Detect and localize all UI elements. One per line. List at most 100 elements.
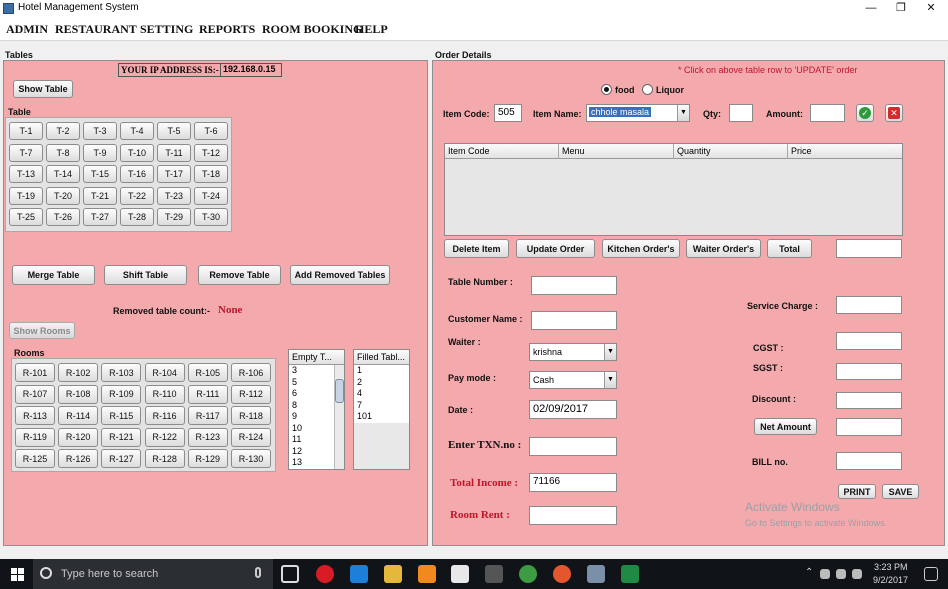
room-button[interactable]: R-119 (15, 427, 55, 447)
opera-icon[interactable] (316, 565, 334, 583)
discount-input[interactable] (836, 392, 902, 409)
room-button[interactable]: R-111 (187, 384, 228, 404)
show-table-button[interactable]: Show Table (13, 80, 73, 98)
show-rooms-button[interactable]: Show Rooms (9, 322, 75, 339)
table-button[interactable]: T-1 (9, 122, 43, 140)
tray-chevron-icon[interactable]: ⌃ (805, 567, 813, 578)
txn-input[interactable] (529, 437, 617, 456)
taskbar-search-box[interactable]: Type here to search (33, 559, 273, 589)
vlc-icon[interactable] (418, 565, 436, 583)
room-button[interactable]: R-110 (144, 384, 185, 404)
col-item-code[interactable]: Item Code (445, 144, 559, 159)
chevron-down-icon[interactable]: ▼ (604, 344, 616, 360)
firefox-icon[interactable] (553, 565, 571, 583)
table-button[interactable]: T-3 (83, 122, 117, 140)
list-item[interactable]: 101 (354, 411, 409, 423)
update-order-button[interactable]: Update Order (516, 239, 595, 258)
edge-icon[interactable] (350, 565, 368, 583)
customer-name-input[interactable] (531, 311, 617, 330)
close-icon[interactable]: ✕ (916, 0, 946, 17)
merge-table-button[interactable]: Merge Table (12, 265, 95, 285)
table-button[interactable]: T-26 (46, 208, 80, 226)
add-removed-tables-button[interactable]: Add Removed Tables (290, 265, 390, 285)
excel-icon[interactable] (621, 565, 639, 583)
table-button[interactable]: T-15 (83, 165, 117, 183)
net-amount-button[interactable]: Net Amount (754, 418, 817, 435)
empty-tables-list[interactable]: Empty T... 3 5 6 8 9 10 11 12 13 (288, 349, 345, 470)
table-button[interactable]: T-8 (46, 143, 80, 162)
liquor-radio[interactable] (642, 84, 653, 95)
table-button[interactable]: T-23 (157, 186, 191, 205)
room-button[interactable]: R-106 (231, 363, 271, 382)
add-item-button[interactable]: ✓ (856, 104, 874, 122)
room-button[interactable]: R-123 (187, 427, 228, 447)
net-amount-field[interactable] (836, 418, 902, 436)
qty-input[interactable] (729, 104, 753, 122)
java-icon[interactable] (587, 565, 605, 583)
table-number-input[interactable] (531, 276, 617, 295)
table-button[interactable]: T-20 (46, 186, 80, 205)
service-charge-input[interactable] (836, 296, 902, 314)
table-button[interactable]: T-25 (9, 208, 43, 226)
save-button[interactable]: SAVE (882, 484, 919, 499)
room-button[interactable]: R-117 (187, 406, 228, 426)
item-name-combo[interactable]: chhole masala ▼ (586, 104, 690, 122)
table-button[interactable]: T-28 (120, 208, 154, 226)
table-button[interactable]: T-5 (157, 122, 191, 140)
food-radio[interactable] (601, 84, 612, 95)
room-button[interactable]: R-128 (144, 449, 185, 469)
room-button[interactable]: R-126 (58, 449, 99, 469)
list-item[interactable]: 7 (354, 400, 409, 412)
table-button[interactable]: T-17 (157, 165, 191, 183)
chevron-down-icon[interactable]: ▼ (604, 372, 616, 388)
network-icon[interactable] (836, 569, 846, 579)
room-button[interactable]: R-101 (15, 363, 55, 382)
room-button[interactable]: R-105 (187, 363, 228, 382)
delete-item-button[interactable]: Delete Item (444, 239, 509, 258)
scrollbar-thumb[interactable] (335, 379, 344, 403)
cgst-input[interactable] (836, 332, 902, 350)
table-button[interactable]: T-22 (120, 186, 154, 205)
room-button[interactable]: R-129 (187, 449, 228, 469)
waiter-combo[interactable]: krishna ▼ (529, 343, 617, 361)
room-rent-input[interactable] (529, 506, 617, 525)
list-item[interactable]: 2 (354, 377, 409, 389)
room-button[interactable]: R-130 (231, 449, 271, 469)
notifications-icon[interactable] (924, 567, 938, 581)
print-button[interactable]: PRINT (838, 484, 876, 499)
filled-tables-list[interactable]: Filled Tabl... 1 2 4 7 101 (353, 349, 410, 470)
menu-restaurant[interactable]: RESTAURANT (55, 22, 137, 37)
item-code-input[interactable]: 505 (494, 104, 522, 122)
order-table[interactable]: Item Code Menu Quantity Price (444, 143, 903, 236)
menu-admin[interactable]: ADMIN (6, 22, 48, 37)
menu-help[interactable]: HELP (355, 22, 388, 37)
room-button[interactable]: R-109 (101, 384, 142, 404)
menu-room-booking[interactable]: ROOM BOOKING (262, 22, 362, 37)
task-view-icon[interactable] (281, 565, 299, 583)
menu-setting[interactable]: SETTING (140, 22, 193, 37)
chevron-down-icon[interactable]: ▼ (677, 105, 689, 121)
col-quantity[interactable]: Quantity (674, 144, 788, 159)
clock-date[interactable]: 9/2/2017 (873, 575, 908, 585)
table-button[interactable]: T-21 (83, 186, 117, 205)
room-button[interactable]: R-122 (144, 427, 185, 447)
table-button[interactable]: T-18 (194, 165, 228, 183)
room-button[interactable]: R-113 (15, 406, 55, 426)
total-button[interactable]: Total (767, 239, 812, 258)
chrome-icon[interactable] (519, 565, 537, 583)
room-button[interactable]: R-116 (144, 406, 185, 426)
room-button[interactable]: R-120 (58, 427, 99, 447)
remove-table-button[interactable]: Remove Table (198, 265, 281, 285)
amount-input[interactable] (810, 104, 845, 122)
store-icon[interactable] (451, 565, 469, 583)
date-input[interactable]: 02/09/2017 (529, 400, 617, 419)
room-button[interactable]: R-104 (144, 363, 185, 382)
file-explorer-icon[interactable] (384, 565, 402, 583)
waiter-orders-button[interactable]: Waiter Order's (686, 239, 761, 258)
col-price[interactable]: Price (788, 144, 902, 159)
room-button[interactable]: R-121 (101, 427, 142, 447)
maximize-icon[interactable]: ❐ (886, 0, 916, 17)
pay-mode-combo[interactable]: Cash ▼ (529, 371, 617, 389)
table-button[interactable]: T-24 (194, 186, 228, 205)
calculator-icon[interactable] (485, 565, 503, 583)
